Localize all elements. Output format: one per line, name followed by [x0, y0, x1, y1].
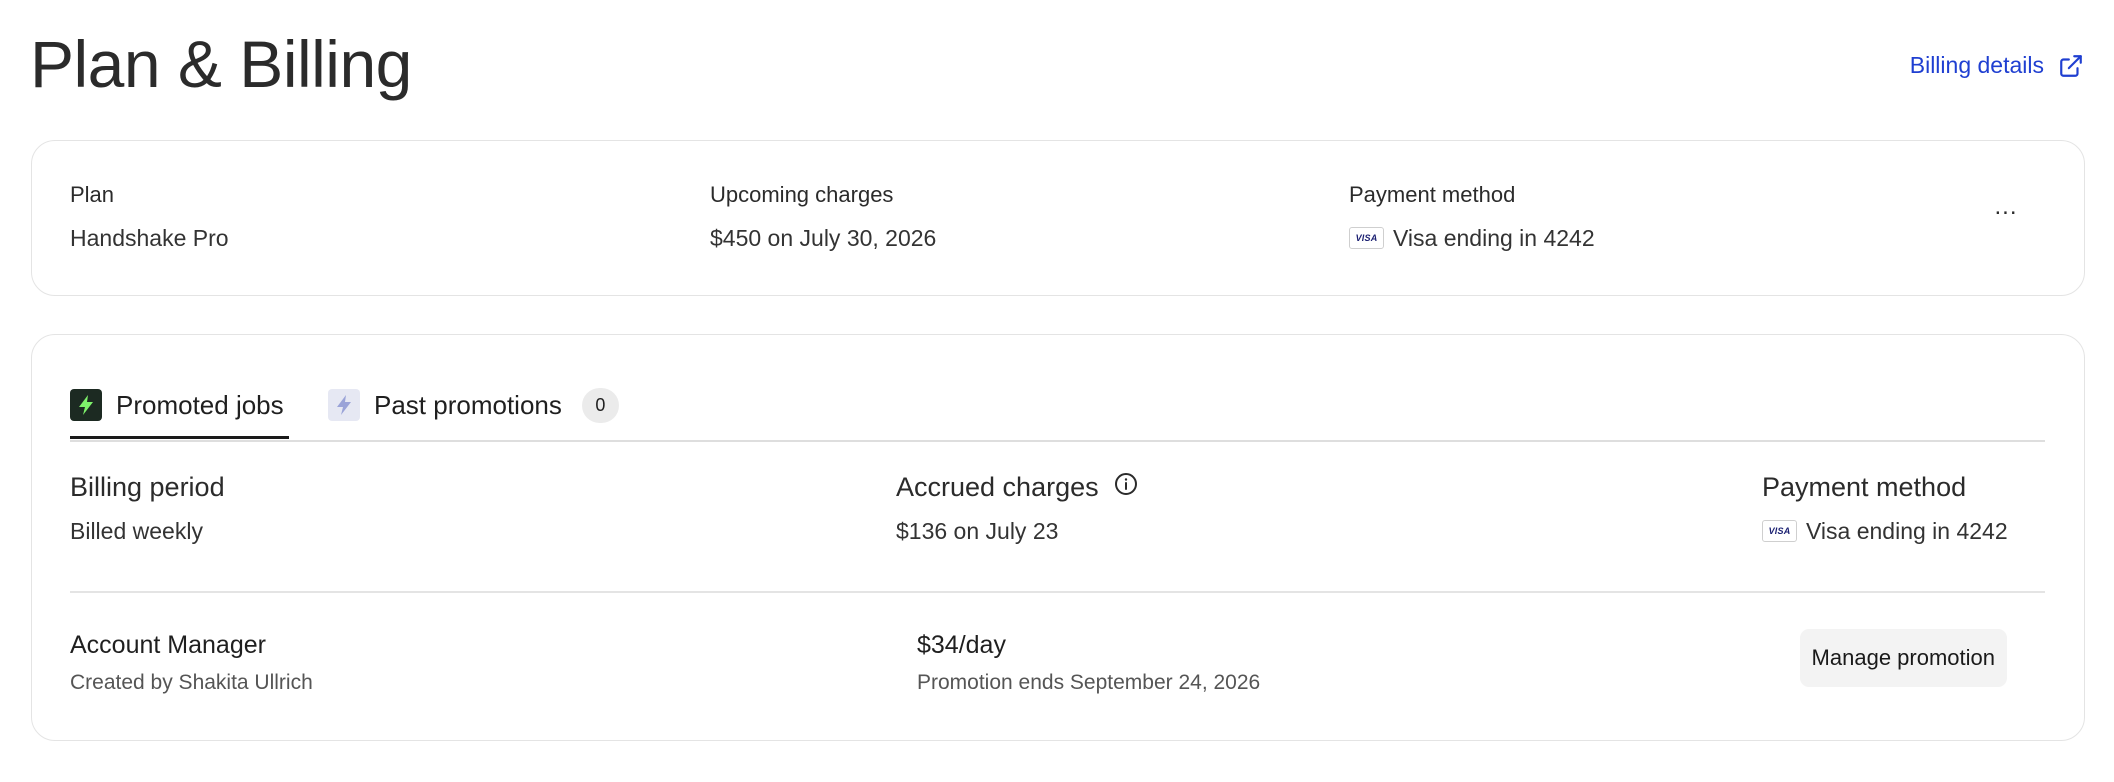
billing-details-label: Billing details [1909, 52, 2044, 78]
past-promotions-count-badge: 0 [581, 388, 619, 423]
promotion-end-date: Promotion ends September 24, 2026 [917, 671, 1261, 694]
tab-promoted-jobs-label: Promoted jobs [116, 390, 284, 420]
promotion-rate: $34/day [917, 631, 1006, 659]
page-title: Plan & Billing [30, 27, 412, 101]
plan-column: Plan Handshake Pro [70, 181, 229, 253]
promo-payment-method-column: Payment method VISA Visa ending in 4242 [1762, 470, 2008, 546]
accrued-charges-column: Accrued charges $136 on July 23 [896, 470, 1138, 546]
billing-period-value: Billed weekly [70, 518, 203, 544]
promotions-card: Promoted jobs Past promotions 0 Billing … [31, 334, 2085, 741]
section-divider [70, 591, 2045, 593]
promo-payment-method-row: VISA Visa ending in 4242 [1762, 516, 2008, 546]
accrued-charges-heading: Accrued charges [896, 470, 1138, 504]
job-created-by: Created by Shakita Ullrich [70, 671, 313, 694]
upcoming-charges-value: $450 on July 30, 2026 [710, 225, 937, 251]
accrued-charges-value: $136 on July 23 [896, 518, 1059, 544]
more-icon: ... [1994, 193, 2018, 220]
payment-method-column: Payment method VISA Visa ending in 4242 [1349, 181, 1595, 253]
upcoming-charges-label: Upcoming charges [710, 182, 894, 207]
plan-summary-card: Plan Handshake Pro Upcoming charges $450… [31, 140, 2085, 296]
plan-value: Handshake Pro [70, 225, 229, 251]
info-icon[interactable] [1114, 470, 1138, 504]
plan-label: Plan [70, 182, 115, 207]
more-options-button[interactable]: ... [1986, 187, 2026, 227]
payment-method-label: Payment method [1349, 182, 1516, 207]
promotion-rate-column: $34/day Promotion ends September 24, 202… [917, 629, 1260, 697]
visa-card-icon: VISA [1762, 520, 1797, 542]
billing-details-link[interactable]: Billing details [1910, 52, 2084, 79]
tab-promoted-jobs[interactable]: Promoted jobs [70, 384, 289, 439]
job-title: Account Manager [70, 631, 266, 659]
promo-payment-method-label: Payment method [1762, 472, 1967, 502]
billing-period-label: Billing period [70, 472, 225, 502]
payment-method-value: Visa ending in 4242 [1393, 225, 1595, 251]
lightning-icon [70, 389, 102, 421]
visa-card-icon: VISA [1349, 227, 1384, 249]
billing-period-column: Billing period Billed weekly [70, 470, 225, 546]
accrued-charges-label: Accrued charges [896, 472, 1099, 502]
promoted-job-row: Account Manager Created by Shakita Ullri… [70, 629, 313, 697]
tab-past-promotions-label: Past promotions [374, 390, 562, 420]
plan-billing-page: Plan & Billing Billing details Plan Hand… [0, 0, 2114, 782]
tab-past-promotions[interactable]: Past promotions 0 [328, 384, 619, 440]
upcoming-charges-column: Upcoming charges $450 on July 30, 2026 [710, 181, 936, 253]
manage-promotion-button[interactable]: Manage promotion [1799, 629, 2007, 687]
lightning-icon [328, 389, 360, 421]
promo-payment-method-value: Visa ending in 4242 [1806, 518, 2008, 544]
payment-method-row: VISA Visa ending in 4242 [1349, 223, 1595, 253]
external-link-icon [2058, 53, 2084, 79]
promotion-tabs: Promoted jobs Past promotions 0 [70, 384, 2045, 442]
